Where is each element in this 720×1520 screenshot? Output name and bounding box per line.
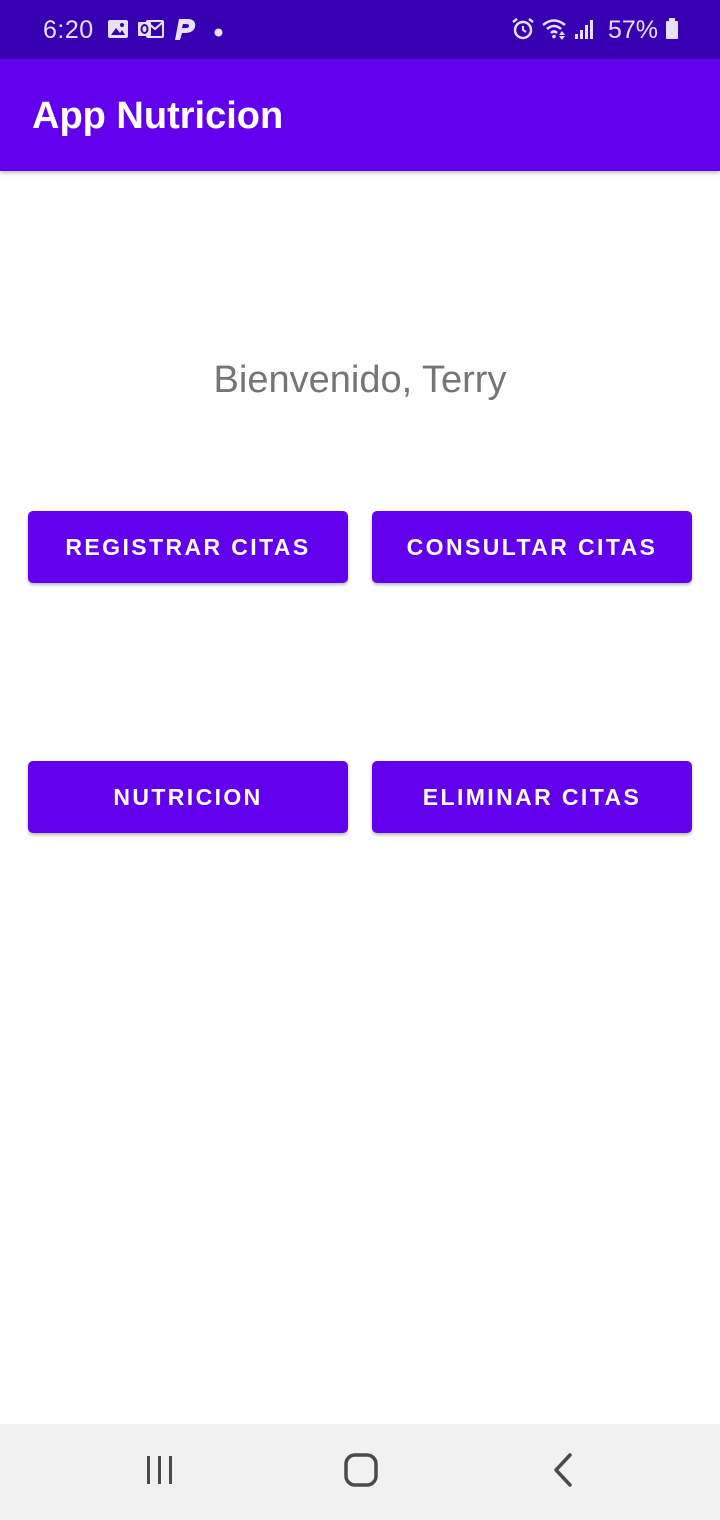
home-icon	[343, 1452, 379, 1493]
nutricion-button[interactable]: NUTRICION	[28, 761, 348, 833]
navigation-bar	[0, 1424, 720, 1520]
registrar-citas-button[interactable]: REGISTRAR CITAS	[28, 511, 348, 583]
status-bar: 6:20 57%	[0, 0, 720, 59]
gallery-icon	[107, 18, 129, 45]
signal-icon	[574, 18, 596, 45]
welcome-text: Bienvenido, Terry	[213, 359, 507, 401]
battery-percent: 57%	[608, 16, 659, 44]
recent-apps-button[interactable]	[130, 1448, 190, 1496]
consultar-citas-button[interactable]: CONSULTAR CITAS	[372, 511, 692, 583]
wifi-icon	[541, 17, 569, 46]
notification-dot-icon	[214, 24, 223, 42]
back-button[interactable]	[533, 1448, 593, 1496]
app-title: App Nutricion	[32, 95, 284, 137]
app-bar: App Nutricion	[0, 59, 720, 171]
status-time: 6:20	[43, 16, 94, 44]
recent-apps-icon	[144, 1454, 176, 1491]
eliminar-citas-button[interactable]: ELIMINAR CITAS	[372, 761, 692, 833]
home-button[interactable]	[331, 1448, 391, 1496]
outlook-icon	[138, 18, 164, 45]
back-icon	[551, 1452, 575, 1493]
battery-icon	[665, 18, 679, 45]
paypal-icon	[171, 17, 197, 46]
alarm-icon	[511, 17, 535, 46]
